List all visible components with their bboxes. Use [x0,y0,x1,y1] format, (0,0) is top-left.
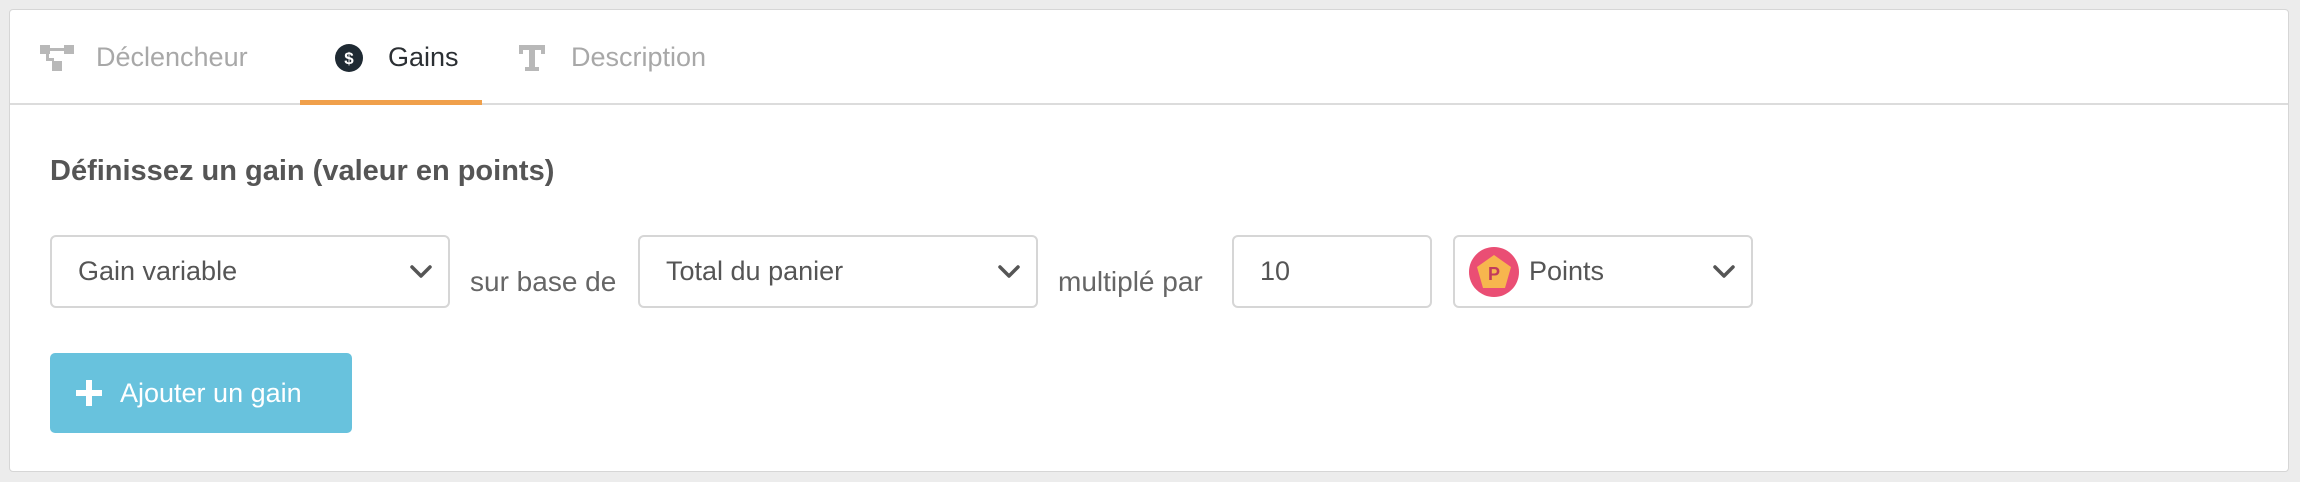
tab-gains-label: Gains [388,42,459,72]
gain-type-value: Gain variable [78,256,238,286]
active-tab-indicator [300,100,482,105]
chevron-down-icon [1709,257,1739,287]
base-select[interactable]: Total du panier [638,235,1038,308]
dollar-circle-icon: $ [332,41,366,75]
section-title: Définissez un gain (valeur en points) [50,155,555,187]
base-value: Total du panier [666,256,844,286]
gains-panel: Déclencheur $ Gains Description Définiss… [9,9,2289,472]
add-gain-button[interactable]: Ajouter un gain [50,353,352,433]
tab-bar: Déclencheur $ Gains Description [10,10,2288,105]
tab-description-label: Description [571,42,707,72]
tab-declencheur-label: Déclencheur [96,42,248,72]
gain-type-select[interactable]: Gain variable [50,235,450,308]
tab-description[interactable]: Description [515,10,706,105]
badge-letter: P [1488,264,1500,284]
chevron-down-icon [994,257,1024,287]
svg-text:$: $ [344,49,354,68]
points-badge-icon: P [1469,246,1519,297]
tab-declencheur[interactable]: Déclencheur [40,10,248,105]
tab-gains[interactable]: $ Gains [332,10,459,105]
currency-value: Points [1529,256,1605,286]
sitemap-icon [40,41,74,75]
add-gain-label: Ajouter un gain [120,377,302,408]
currency-select[interactable]: P Points [1453,235,1753,308]
connector-multiply-label: multiplé par [1058,266,1203,297]
connector-base-label: sur base de [470,266,617,297]
plus-icon [74,378,104,408]
multiplier-input[interactable]: 10 [1232,235,1432,308]
text-icon [515,41,549,75]
chevron-down-icon [406,257,436,287]
